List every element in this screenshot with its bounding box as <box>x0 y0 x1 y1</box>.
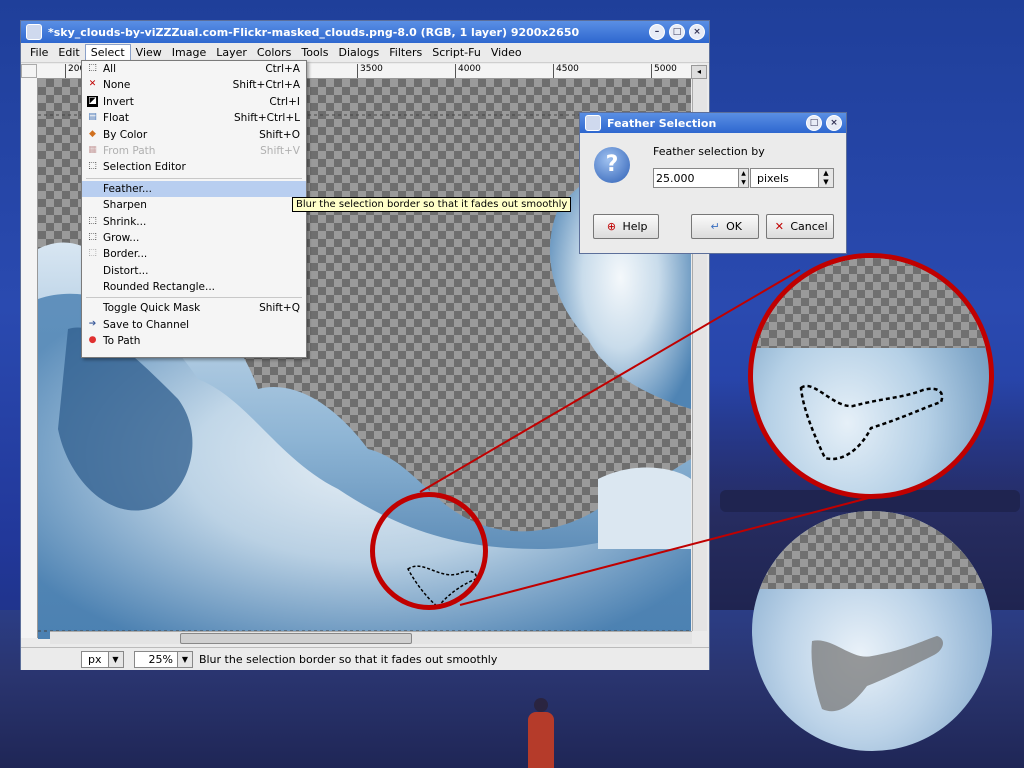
menu-item-save-to-channel[interactable]: ➔ Save to Channel <box>82 317 306 333</box>
shrink-icon: ⬚ <box>88 215 97 226</box>
by-color-icon: ◆ <box>89 128 96 139</box>
menu-item-rounded-rectangle[interactable]: Rounded Rectangle... <box>82 279 306 295</box>
help-icon: ⊕ <box>606 219 617 233</box>
menu-item-none[interactable]: ✕ None Shift+Ctrl+A <box>82 77 306 93</box>
tooltip: Blur the selection border so that it fad… <box>292 197 572 212</box>
border-icon: ⬚ <box>88 248 97 259</box>
vertical-ruler[interactable] <box>21 78 38 638</box>
minimize-icon[interactable]: – <box>649 24 665 40</box>
cancel-icon: ✕ <box>774 219 784 233</box>
menu-item-distort[interactable]: Distort... <box>82 263 306 279</box>
feather-radius-input[interactable] <box>654 169 738 187</box>
menu-edit[interactable]: Edit <box>53 45 84 60</box>
status-message: Blur the selection border so that it fad… <box>198 652 498 666</box>
menu-item-by-color[interactable]: ◆ By Color Shift+O <box>82 127 306 143</box>
invert-icon: ◪ <box>87 95 98 107</box>
ruler-corner-button[interactable] <box>21 64 37 78</box>
menu-item-selection-editor[interactable]: ⬚ Selection Editor <box>82 159 306 175</box>
dialog-title: Feather Selection <box>607 116 717 130</box>
menu-separator <box>86 177 302 179</box>
menu-item-from-path: ▦ From Path Shift+V <box>88 144 300 157</box>
menu-item-all[interactable]: ⬚ All Ctrl+A <box>82 61 306 77</box>
image-window-titlebar[interactable]: *sky_clouds-by-viZZZual.com-Flickr-maske… <box>21 21 709 43</box>
horizontal-scrollbar[interactable] <box>50 631 692 644</box>
unit-selector[interactable]: px ▼ <box>81 650 124 668</box>
spinner-arrows-icon[interactable]: ▲ ▼ <box>738 169 748 187</box>
menu-image[interactable]: Image <box>167 45 211 60</box>
maximize-icon[interactable]: □ <box>806 115 822 131</box>
marching-ants-path <box>799 384 944 461</box>
menu-item-grow[interactable]: ⬚ Grow... <box>82 230 306 246</box>
ruler-tick: 4000 <box>455 64 481 78</box>
chevron-down-icon[interactable]: ▼ <box>176 651 192 667</box>
menu-item-sharpen[interactable]: Sharpen <box>82 197 306 213</box>
select-menu: ⬚ All Ctrl+A ✕ None Shift+Ctrl+A ◪ Invert Ctrl… <box>81 60 307 358</box>
dialog-app-icon[interactable] <box>585 115 601 131</box>
to-path-icon: ● <box>88 335 97 346</box>
chevron-down-icon[interactable]: ▼ <box>107 651 123 667</box>
menu-video[interactable]: Video <box>486 45 527 60</box>
save-channel-icon: ➔ <box>88 318 97 329</box>
menu-dialogs[interactable]: Dialogs <box>333 45 384 60</box>
menu-separator <box>86 297 302 299</box>
menu-item-border[interactable]: ⬚ Border... <box>82 246 306 262</box>
feather-selection-dialog: Feather Selection □ × ? Feather selectio… <box>579 112 847 254</box>
select-all-icon: ⬚ <box>88 63 97 73</box>
zoom-callout-feathered <box>752 511 992 751</box>
from-path-icon: ▦ <box>88 144 97 155</box>
menu-script-fu[interactable]: Script-Fu <box>427 45 486 60</box>
feather-unit-value: pixels <box>757 171 789 185</box>
feather-radius-spinner[interactable]: ▲▼ <box>653 168 749 188</box>
zoom-callout-selection <box>748 253 994 499</box>
menu-item-float[interactable]: ▤ Float Shift+Ctrl+L <box>82 110 306 126</box>
float-icon: ▤ <box>88 112 97 123</box>
menu-filters[interactable]: Filters <box>384 45 427 60</box>
selection-editor-icon: ⬚ <box>88 161 97 172</box>
image-window-title: *sky_clouds-by-viZZZual.com-Flickr-maske… <box>48 25 580 39</box>
menu-tools[interactable]: Tools <box>296 45 333 60</box>
feather-unit-select[interactable]: pixels ▲ ▼ <box>750 168 834 188</box>
ok-button[interactable]: ↵ OK <box>691 214 759 239</box>
desktop-background-person <box>528 698 554 768</box>
ok-arrow-icon: ↵ <box>710 219 720 233</box>
menu-item-shrink[interactable]: ⬚ Shrink... <box>82 214 306 230</box>
feather-label: Feather selection by <box>653 145 765 158</box>
grow-icon: ⬚ <box>88 231 97 242</box>
ruler-tick: 3500 <box>357 64 383 78</box>
select-none-icon: ✕ <box>88 79 97 90</box>
chevron-updown-icon[interactable]: ▲ ▼ <box>818 169 833 187</box>
ruler-tick: 5000 <box>651 64 677 78</box>
menu-item-toggle-quick-mask[interactable]: Toggle Quick Mask Shift+Q <box>82 300 306 316</box>
zoom-selector[interactable]: 25% ▼ <box>133 650 193 668</box>
cancel-button[interactable]: ✕ Cancel <box>766 214 834 239</box>
close-icon[interactable]: × <box>826 115 842 131</box>
menu-layer[interactable]: Layer <box>211 45 252 60</box>
horizontal-scrollbar-thumb[interactable] <box>180 633 412 644</box>
menu-item-feather[interactable]: Feather... <box>82 180 306 198</box>
menu-item-invert[interactable]: ◪ Invert Ctrl+I <box>82 94 306 110</box>
feathered-cutout <box>811 636 944 712</box>
statusbar: px ▼ 25% ▼ Blur the selection border so … <box>21 647 709 670</box>
close-icon[interactable]: × <box>689 24 705 40</box>
maximize-icon[interactable]: □ <box>669 24 685 40</box>
menu-view[interactable]: View <box>131 45 167 60</box>
dialog-titlebar[interactable]: Feather Selection □ × <box>580 113 846 133</box>
menu-select[interactable]: Select <box>84 44 131 61</box>
zoom-value: 25% <box>148 652 173 666</box>
help-button[interactable]: ⊕ Help <box>593 214 659 239</box>
question-icon: ? <box>594 147 630 183</box>
menu-arrow-icon[interactable]: ◂ <box>691 65 707 79</box>
zoom-callout-small-circle <box>370 492 488 610</box>
unit-value: px <box>88 652 102 666</box>
ruler-tick: 4500 <box>553 64 579 78</box>
menu-file[interactable]: File <box>25 45 53 60</box>
menu-item-to-path[interactable]: ● To Path <box>82 333 306 349</box>
window-app-icon[interactable] <box>26 24 42 40</box>
menu-colors[interactable]: Colors <box>252 45 296 60</box>
